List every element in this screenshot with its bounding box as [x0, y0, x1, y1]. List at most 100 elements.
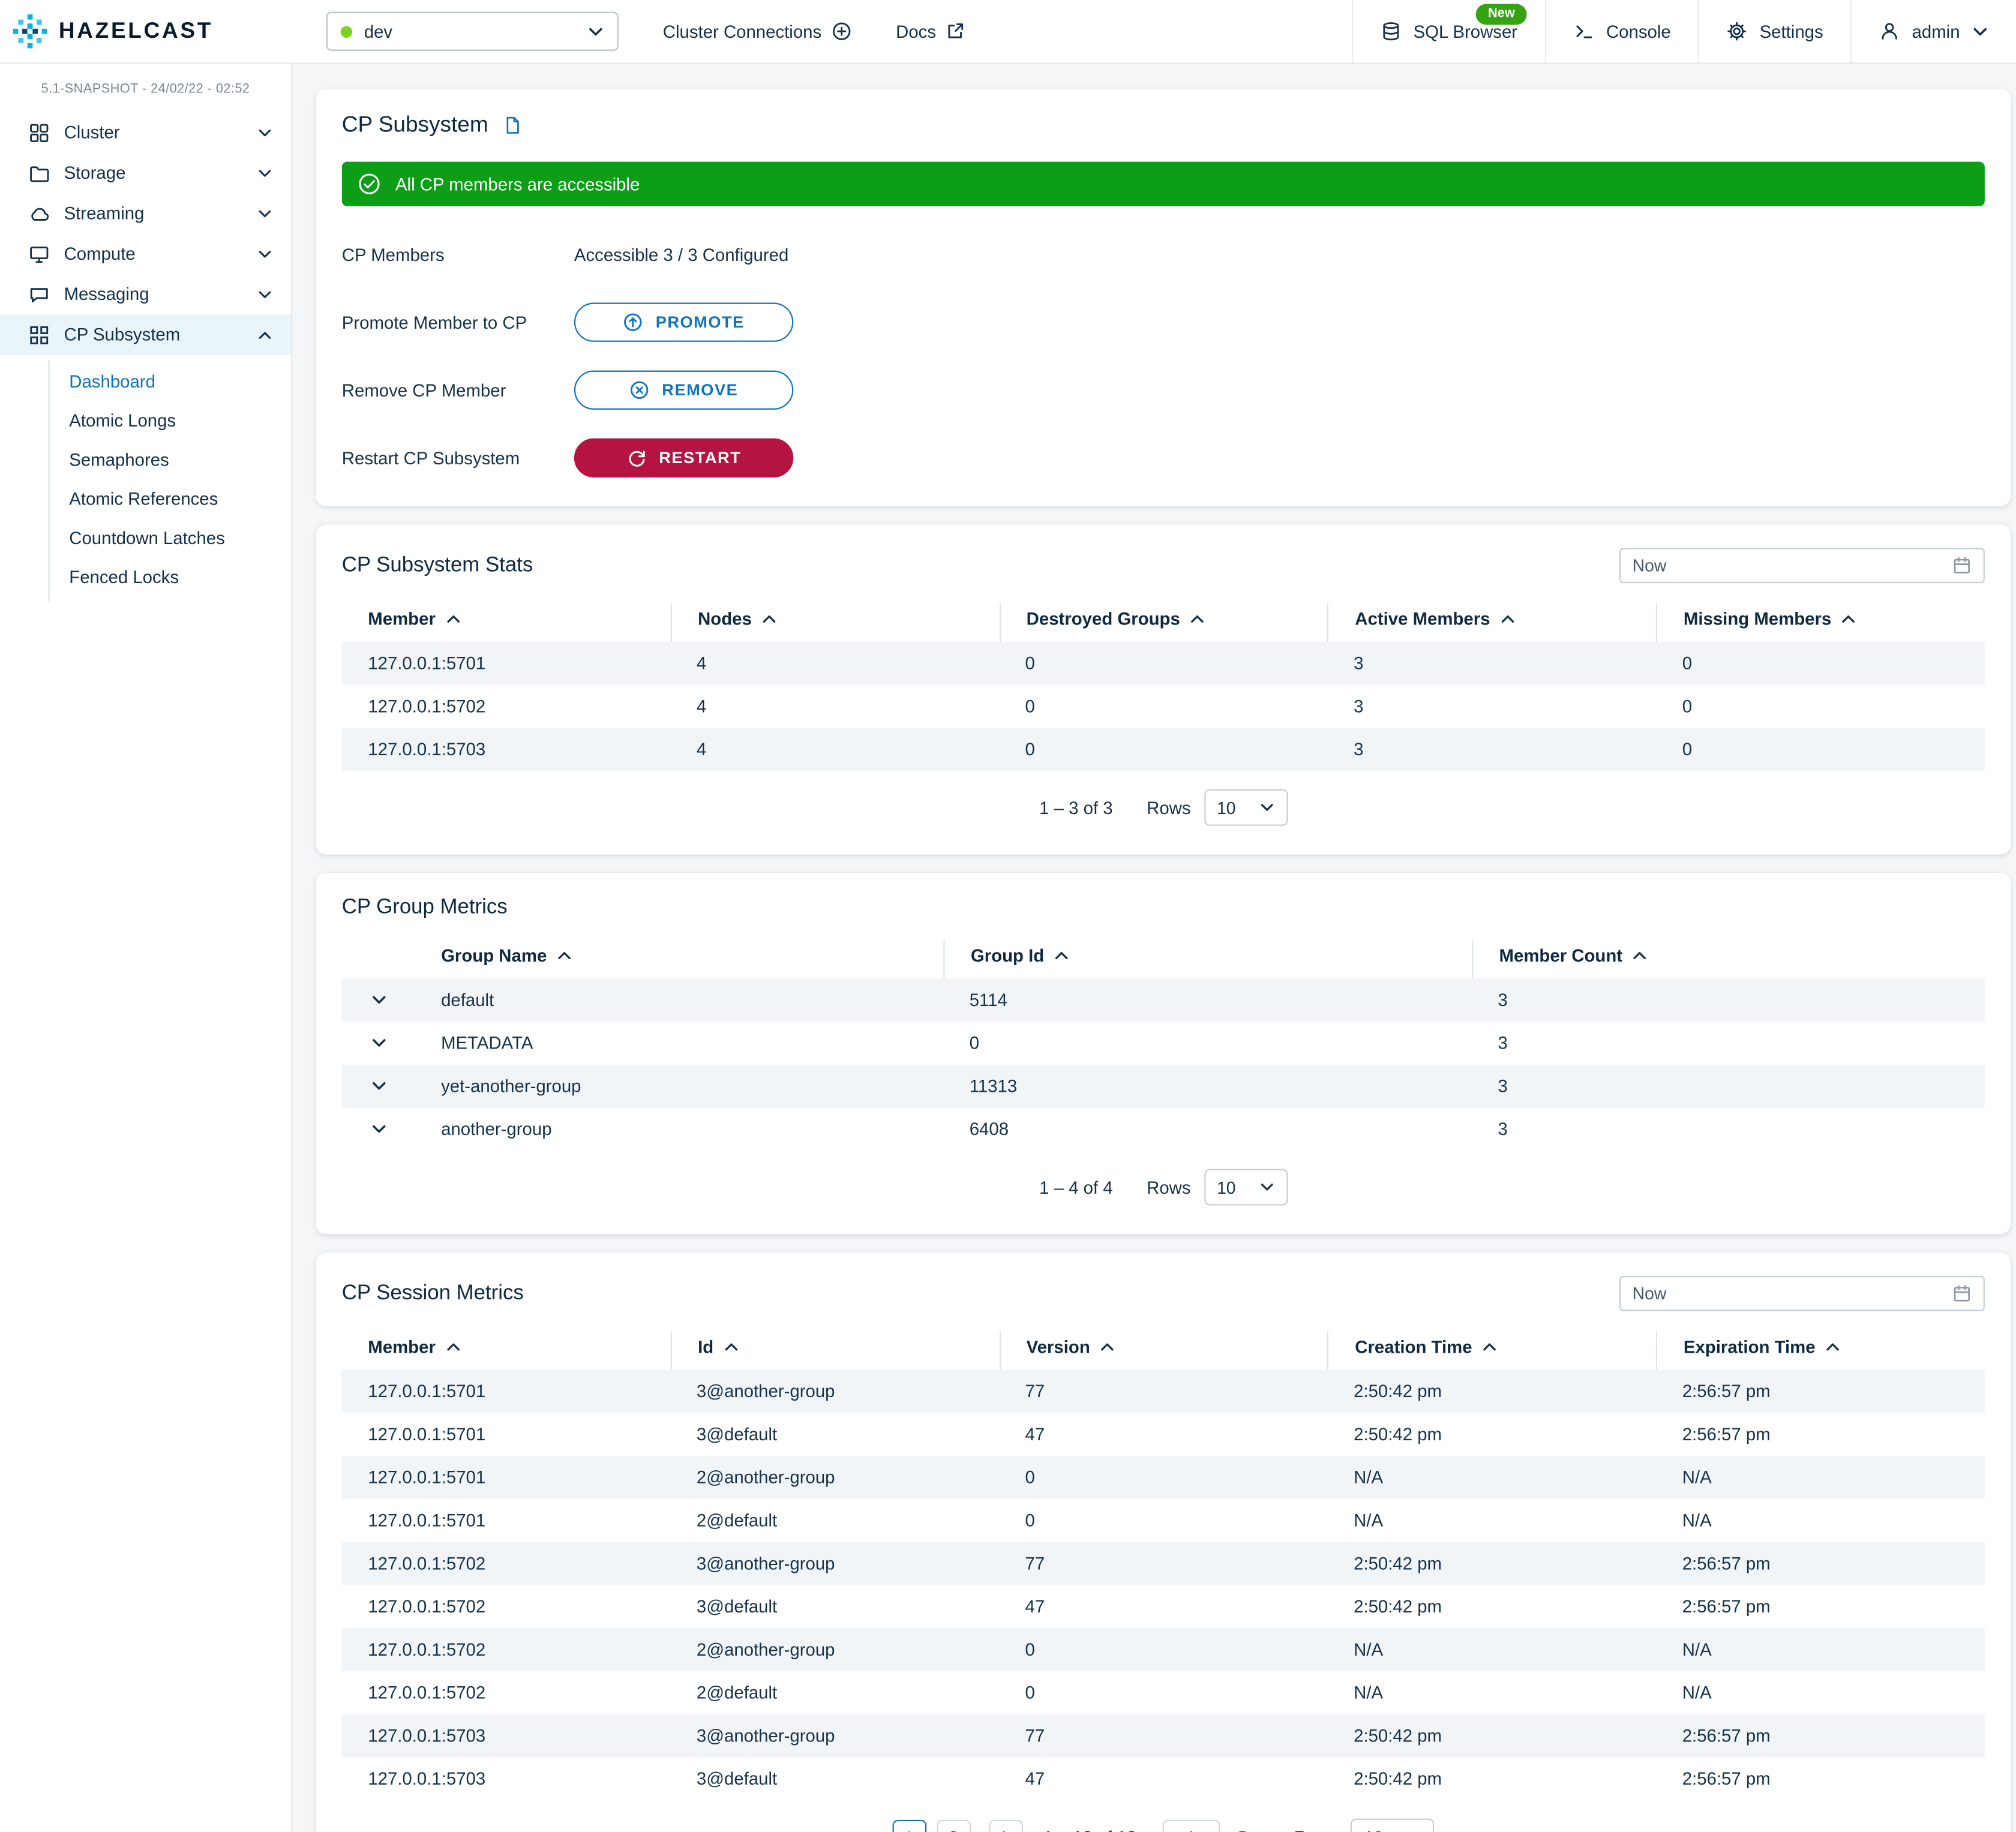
column-header-group-name[interactable]: Group Name: [415, 941, 944, 978]
row-expander-button[interactable]: [342, 1065, 415, 1108]
table-cell: 3@another-group: [670, 1542, 999, 1585]
column-header-member-count[interactable]: Member Count: [1472, 941, 1985, 978]
table-cell: N/A: [1328, 1456, 1657, 1499]
sidebar-subitem-fenced-locks[interactable]: Fenced Locks: [50, 557, 291, 596]
sort-caret-icon: [1100, 1343, 1115, 1352]
table-cell: 3: [1472, 1065, 1985, 1108]
sidebar-item-cluster[interactable]: Cluster: [0, 112, 291, 152]
next-page-button[interactable]: [989, 1820, 1023, 1832]
sidebar-item-compute[interactable]: Compute: [0, 233, 291, 274]
sidebar-item-messaging[interactable]: Messaging: [0, 274, 291, 314]
chat-bubble-icon: [29, 284, 50, 305]
console-button[interactable]: Console: [1545, 0, 1699, 62]
column-header-group-id[interactable]: Group Id: [943, 941, 1472, 978]
table-cell: 127.0.0.1:5702: [342, 1542, 671, 1585]
cp-subsystem-overview-card: CP Subsystem All CP members are accessib…: [316, 89, 2011, 506]
cp-members-label: CP Members: [342, 245, 574, 265]
user-menu[interactable]: admin: [1850, 0, 2016, 62]
page-button-1[interactable]: 1: [892, 1820, 926, 1832]
remove-button[interactable]: REMOVE: [574, 371, 793, 410]
column-header-member[interactable]: Member: [342, 604, 671, 642]
sidebar-item-label: Streaming: [64, 203, 145, 223]
column-header-label: Missing Members: [1684, 609, 1831, 629]
go-button[interactable]: Go: [1235, 1827, 1260, 1832]
column-header-active-members[interactable]: Active Members: [1328, 604, 1657, 642]
promote-button[interactable]: PROMOTE: [574, 303, 793, 342]
chevron-down-icon: [1406, 1829, 1421, 1832]
sidebar-item-label: CP Subsystem: [64, 325, 181, 345]
row-expander-button[interactable]: [342, 1022, 415, 1065]
table-cell: N/A: [1656, 1671, 1985, 1714]
sidebar-item-cp-subsystem[interactable]: CP Subsystem: [0, 314, 291, 355]
column-header-member[interactable]: Member: [342, 1332, 671, 1370]
table-cell: 2:50:42 pm: [1328, 1542, 1657, 1585]
page-number-input[interactable]: [1163, 1820, 1220, 1832]
cluster-connections-link[interactable]: Cluster Connections: [663, 21, 851, 42]
restart-label: Restart CP Subsystem: [342, 448, 574, 468]
column-header-label: Active Members: [1355, 609, 1490, 629]
cluster-connections-label: Cluster Connections: [663, 22, 821, 41]
sidebar-subitem-atomic-references[interactable]: Atomic References: [50, 479, 291, 518]
sidebar-item-label: Cluster: [64, 122, 120, 142]
sidebar-subitem-dashboard[interactable]: Dashboard: [50, 361, 291, 400]
table-row: 127.0.0.1:57034030: [342, 728, 1985, 771]
page-button-2[interactable]: 2: [937, 1820, 971, 1832]
rows-per-page-select[interactable]: 10: [1204, 1169, 1287, 1206]
column-header-creation-time[interactable]: Creation Time: [1328, 1332, 1657, 1370]
sort-caret-icon: [1190, 614, 1205, 623]
sidebar-item-storage[interactable]: Storage: [0, 152, 291, 193]
table-cell: 2:56:57 pm: [1656, 1585, 1985, 1628]
stats-date-filter[interactable]: Now: [1619, 548, 1985, 583]
sort-caret-icon: [1501, 614, 1515, 623]
row-expander-button[interactable]: [342, 1107, 415, 1151]
terminal-icon: [1574, 21, 1595, 42]
rows-per-page-select[interactable]: 10: [1351, 1819, 1435, 1832]
row-expander-button[interactable]: [342, 978, 415, 1022]
table-cell: 6408: [943, 1107, 1472, 1151]
column-header-label: Expiration Time: [1684, 1337, 1816, 1357]
cp-subsystem-submenu: Dashboard Atomic Longs Semaphores Atomic…: [48, 360, 291, 601]
sidebar-item-streaming[interactable]: Streaming: [0, 193, 291, 233]
column-header-version[interactable]: Version: [999, 1332, 1328, 1370]
sidebar-subitem-semaphores[interactable]: Semaphores: [50, 440, 291, 479]
brand-name: HAZELCAST: [59, 18, 213, 44]
rows-per-page-value: 10: [1217, 798, 1235, 818]
sql-browser-button[interactable]: New SQL Browser: [1352, 0, 1544, 62]
column-header-destroyed-groups[interactable]: Destroyed Groups: [999, 604, 1328, 642]
cp-subsystem-icon: [29, 324, 50, 345]
table-cell: 127.0.0.1:5702: [342, 1585, 671, 1628]
restart-button[interactable]: RESTART: [574, 439, 793, 477]
table-cell: 3@default: [670, 1757, 999, 1800]
table-cell: 3@another-group: [670, 1714, 999, 1758]
settings-label: Settings: [1760, 22, 1823, 41]
sessions-date-filter[interactable]: Now: [1619, 1276, 1985, 1311]
table-cell: 2:56:57 pm: [1656, 1714, 1985, 1758]
sort-caret-icon: [557, 951, 572, 960]
document-icon[interactable]: [503, 115, 523, 136]
rows-per-page-select[interactable]: 10: [1204, 789, 1287, 826]
column-header-nodes[interactable]: Nodes: [670, 604, 999, 642]
column-header-missing-members[interactable]: Missing Members: [1656, 604, 1985, 642]
table-row: 127.0.0.1:57022@another-group0N/AN/A: [342, 1628, 1985, 1671]
table-cell: yet-another-group: [415, 1065, 944, 1108]
monitor-icon: [29, 244, 50, 265]
sort-caret-icon: [446, 1343, 460, 1352]
cluster-selector[interactable]: dev: [326, 12, 619, 51]
column-header-id[interactable]: Id: [670, 1332, 999, 1370]
table-body: 127.0.0.1:57014030127.0.0.1:57024030127.…: [342, 642, 1985, 771]
rows-per-page-label: Rows: [1294, 1827, 1338, 1832]
table-row: 127.0.0.1:57013@default472:50:42 pm2:56:…: [342, 1413, 1985, 1456]
chevron-down-icon: [370, 1077, 387, 1094]
table-cell: 127.0.0.1:5703: [342, 1757, 671, 1800]
column-header-expiration-time[interactable]: Expiration Time: [1656, 1332, 1985, 1370]
settings-button[interactable]: Settings: [1698, 0, 1850, 62]
brand[interactable]: HAZELCAST: [13, 14, 292, 49]
sidebar-subitem-atomic-longs[interactable]: Atomic Longs: [50, 401, 291, 440]
table-cell: 0: [999, 1456, 1328, 1499]
table-cell: 47: [999, 1413, 1328, 1456]
top-header: HAZELCAST dev Cluster Connections Docs N…: [0, 0, 2016, 64]
folder-icon: [29, 163, 50, 184]
sidebar-subitem-countdown-latches[interactable]: Countdown Latches: [50, 518, 291, 557]
docs-link[interactable]: Docs: [896, 21, 966, 42]
table-cell: 3@default: [670, 1413, 999, 1456]
